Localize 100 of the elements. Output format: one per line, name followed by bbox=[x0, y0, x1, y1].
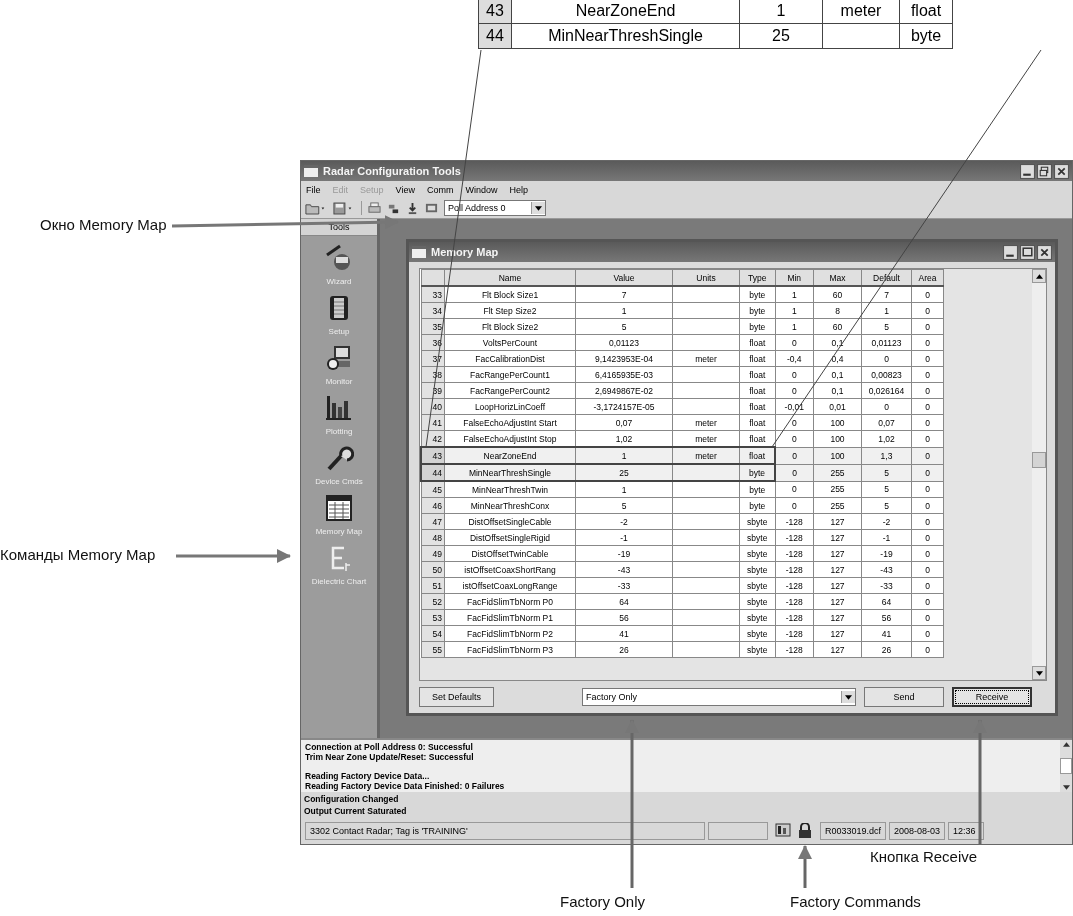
table-cell: 7 bbox=[884, 289, 889, 300]
table-cell: 0 bbox=[925, 417, 930, 428]
table-cell: 5 bbox=[621, 321, 627, 332]
table-cell: 5 bbox=[884, 321, 889, 332]
menu-item[interactable]: File bbox=[306, 184, 321, 195]
table-cell: -1 bbox=[882, 532, 891, 543]
window-title: Radar Configuration Tools bbox=[323, 165, 462, 177]
menu-item[interactable]: View bbox=[395, 184, 415, 195]
table-cell: 0 bbox=[925, 433, 930, 444]
table-cell: 0 bbox=[791, 385, 797, 396]
table-cell: 9,1423953E-04 bbox=[594, 353, 654, 364]
table-cell: 0 bbox=[925, 385, 930, 396]
table-cell: 7 bbox=[621, 289, 627, 300]
callout-cell: 43 bbox=[486, 2, 504, 19]
table-cell: meter bbox=[695, 417, 717, 428]
status-message: Output Current Saturated bbox=[304, 806, 408, 816]
table-icon[interactable] bbox=[324, 493, 354, 523]
restore-button[interactable] bbox=[1037, 163, 1052, 179]
callout-cell: NearZoneEnd bbox=[575, 2, 676, 19]
table-cell: -128 bbox=[785, 628, 803, 639]
table-cell: LoopHorizLinCoeff bbox=[474, 401, 546, 412]
scroll-down-icon bbox=[1035, 670, 1043, 676]
table-cell: 127 bbox=[830, 612, 845, 623]
log-line: Reading Factory Device Data... bbox=[305, 771, 431, 781]
annotation-label: Factory Only bbox=[560, 893, 646, 910]
set-defaults-button[interactable]: Set Defaults bbox=[419, 687, 495, 707]
caret-icon bbox=[845, 694, 853, 700]
table-cell: 0 bbox=[925, 612, 930, 623]
table-cell: 0 bbox=[925, 450, 930, 461]
open-folder-icon[interactable] bbox=[305, 201, 327, 215]
table-cell: DistOffsetSingleCable bbox=[468, 516, 552, 527]
table-cell: -1 bbox=[620, 532, 628, 543]
table-cell: MinNearThreshConx bbox=[470, 500, 550, 511]
table-cell: float bbox=[749, 401, 766, 412]
table-cell: 0 bbox=[791, 484, 797, 495]
table-cell: 127 bbox=[830, 596, 845, 607]
meter-icon bbox=[775, 823, 791, 837]
table-cell: 0,07 bbox=[878, 417, 895, 428]
device-icon[interactable] bbox=[425, 201, 438, 215]
table-cell: 5 bbox=[621, 500, 627, 511]
minimize-button[interactable] bbox=[1020, 163, 1035, 179]
close-button[interactable] bbox=[1037, 244, 1052, 260]
table-cell: 255 bbox=[830, 484, 845, 495]
menu-item[interactable]: Comm bbox=[426, 184, 454, 195]
column-header[interactable]: Value bbox=[613, 272, 635, 283]
table-cell: 0 bbox=[925, 369, 930, 380]
table-cell: 0 bbox=[791, 433, 797, 444]
scrollbar[interactable] bbox=[1032, 269, 1046, 680]
table-cell: byte bbox=[748, 467, 766, 478]
mode-dropdown[interactable]: Factory Only bbox=[582, 688, 857, 706]
table-cell: -43 bbox=[617, 564, 631, 575]
menu-item[interactable]: Window bbox=[465, 184, 498, 195]
scroll-thumb[interactable] bbox=[1032, 451, 1046, 468]
row-number: 35 bbox=[432, 321, 442, 332]
table-cell: 0 bbox=[884, 401, 889, 412]
callout-cell: byte bbox=[910, 27, 942, 44]
column-header[interactable]: Name bbox=[498, 272, 522, 283]
scroll-thumb[interactable] bbox=[1060, 758, 1072, 774]
minimize-button[interactable] bbox=[1003, 244, 1018, 260]
maximize-button[interactable] bbox=[1020, 244, 1035, 260]
send-button[interactable]: Send bbox=[864, 687, 945, 707]
close-button[interactable] bbox=[1054, 163, 1069, 179]
poll-address-dropdown[interactable]: Poll Address 0 bbox=[444, 200, 546, 216]
table-cell: 0,026164 bbox=[868, 385, 905, 396]
table-cell: 0 bbox=[925, 516, 930, 527]
table-cell: -0,4 bbox=[786, 353, 802, 364]
scrollbar[interactable] bbox=[1060, 740, 1072, 792]
table-cell: 41 bbox=[881, 628, 892, 639]
table-cell: 0 bbox=[925, 321, 930, 332]
table-cell: float bbox=[749, 417, 766, 428]
download-icon[interactable] bbox=[406, 201, 419, 215]
table-cell: -128 bbox=[785, 516, 803, 527]
lock-icon bbox=[797, 823, 813, 839]
table-cell: 127 bbox=[830, 628, 845, 639]
table-cell: byte bbox=[749, 500, 766, 511]
row-number: 39 bbox=[432, 385, 442, 396]
column-header[interactable]: Units bbox=[696, 272, 716, 283]
table-cell: sbyte bbox=[747, 516, 768, 527]
table-cell: Flt Block Size1 bbox=[481, 289, 539, 300]
table-cell: 5 bbox=[884, 500, 889, 511]
table-cell: 127 bbox=[830, 516, 845, 527]
row-number: 38 bbox=[432, 369, 442, 380]
print-icon[interactable] bbox=[368, 201, 381, 215]
window-icon bbox=[412, 246, 426, 258]
row-number: 36 bbox=[432, 337, 442, 348]
row-number: 34 bbox=[432, 305, 442, 316]
table-cell: 60 bbox=[832, 289, 843, 300]
table-cell: float bbox=[749, 337, 766, 348]
table-cell: istOffsetCoaxShortRang bbox=[464, 564, 556, 575]
row-number: 41 bbox=[432, 417, 442, 428]
menu-item[interactable]: Help bbox=[509, 184, 528, 195]
bar-chart-icon[interactable] bbox=[324, 393, 354, 423]
receive-button[interactable]: Receive bbox=[952, 687, 1033, 707]
row-number: 48 bbox=[432, 532, 442, 543]
row-number: 43 bbox=[432, 450, 442, 461]
table-cell: 1 bbox=[621, 450, 627, 461]
table-cell: VoltsPerCount bbox=[482, 337, 538, 348]
callout-cell: MinNearThreshSingle bbox=[548, 27, 703, 44]
table-cell: 0,1 bbox=[831, 385, 844, 396]
table-cell: DistOffsetTwinCable bbox=[471, 548, 549, 559]
